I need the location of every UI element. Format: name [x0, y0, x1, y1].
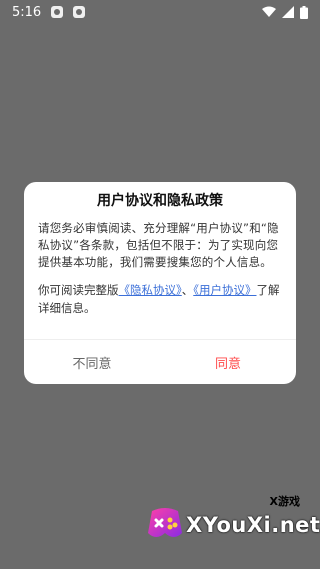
privacy-agreement-link[interactable]: 《隐私协议》	[119, 283, 182, 297]
gamepad-logo-icon	[148, 508, 182, 537]
status-left: 5:16	[12, 4, 86, 20]
watermark-brand-small: X游戏	[269, 495, 300, 508]
watermark-brand-main: XYouXi.net	[186, 513, 320, 537]
wifi-icon	[262, 6, 276, 18]
status-time: 5:16	[12, 4, 42, 20]
dialog-title: 用户协议和隐私政策	[97, 193, 223, 209]
privacy-dialog: 用户协议和隐私政策 请您务必审慎阅读、充分理解“用户协议”和“隐私协议”各条款，…	[24, 182, 296, 384]
dialog-actions: 不同意 同意	[24, 339, 296, 384]
user-agreement-link[interactable]: 《用户协议》	[193, 283, 256, 297]
link-separator: 、	[181, 283, 194, 297]
notification-app-icon	[73, 6, 86, 18]
disagree-button[interactable]: 不同意	[24, 340, 160, 384]
status-bar: 5:16	[0, 0, 320, 24]
link-prefix: 你可阅读完整版	[38, 283, 119, 297]
dialog-body: 请您务必审慎阅读、充分理解“用户协议”和“隐私协议”各条款，包括但不限于：为了实…	[38, 221, 279, 269]
dialog-link-line: 你可阅读完整版《隐私协议》、《用户协议》了解详细信息。	[38, 281, 282, 317]
agree-button[interactable]: 同意	[160, 340, 296, 384]
notification-shield-icon	[51, 6, 64, 18]
signal-icon	[282, 6, 294, 18]
battery-icon	[300, 5, 308, 19]
watermark: X游戏 XYouXi.net	[144, 489, 320, 559]
status-right	[262, 5, 308, 19]
